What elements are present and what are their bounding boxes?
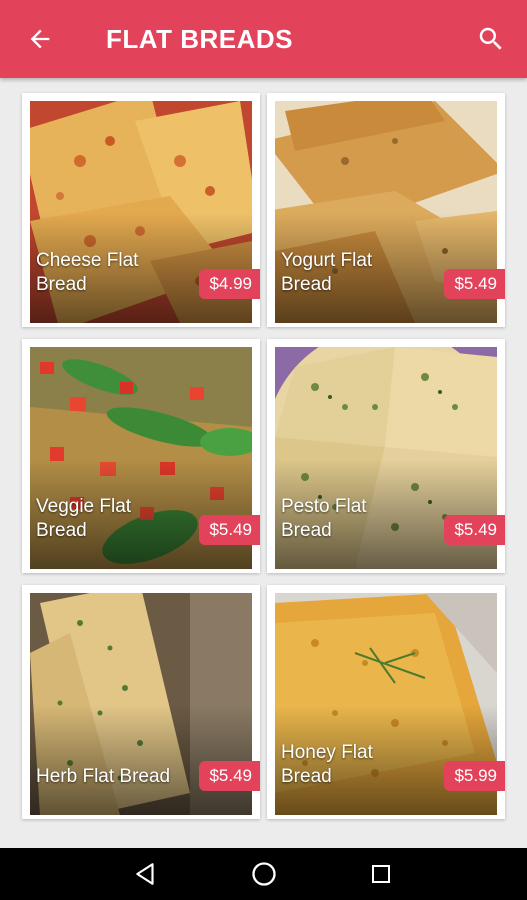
nav-back-icon[interactable] [124, 852, 168, 896]
product-name: Veggie Flat Bread [36, 496, 132, 541]
product-card-pesto[interactable]: Pesto Flat Bread $5.49 [267, 339, 505, 573]
product-card-herb[interactable]: Herb Flat Bread $5.49 [22, 585, 260, 819]
product-name: Herb Flat Bread [36, 766, 171, 787]
app-bar: FLAT BREADS [0, 0, 527, 78]
product-name: Pesto Flat Bread [281, 496, 367, 541]
product-card-honey[interactable]: Honey Flat Bread $5.99 [267, 585, 505, 819]
price-badge: $5.99 [444, 761, 505, 791]
product-name: Cheese Flat Bread [36, 250, 139, 295]
nav-home-icon[interactable] [242, 852, 286, 896]
product-name: Honey Flat Bread [281, 742, 373, 787]
app-screen: FLAT BREADS Cheese Flat Bread $4.99 Yogu… [0, 0, 527, 900]
price-badge: $4.99 [199, 269, 260, 299]
price-badge: $5.49 [444, 515, 505, 545]
product-name: Yogurt Flat Bread [281, 250, 373, 295]
page-title: FLAT BREADS [106, 24, 294, 54]
product-card-veggie[interactable]: Veggie Flat Bread $5.49 [22, 339, 260, 573]
product-grid: Cheese Flat Bread $4.99 Yogurt Flat Brea… [0, 78, 527, 848]
arrow-back-icon[interactable] [18, 17, 62, 61]
image-shade [30, 705, 252, 815]
price-badge: $5.49 [199, 515, 260, 545]
nav-recents-icon[interactable] [359, 852, 403, 896]
product-card-cheese[interactable]: Cheese Flat Bread $4.99 [22, 93, 260, 327]
price-badge: $5.49 [444, 269, 505, 299]
search-icon[interactable] [469, 17, 513, 61]
product-card-yogurt[interactable]: Yogurt Flat Bread $5.49 [267, 93, 505, 327]
system-nav-bar [0, 848, 527, 900]
price-badge: $5.49 [199, 761, 260, 791]
